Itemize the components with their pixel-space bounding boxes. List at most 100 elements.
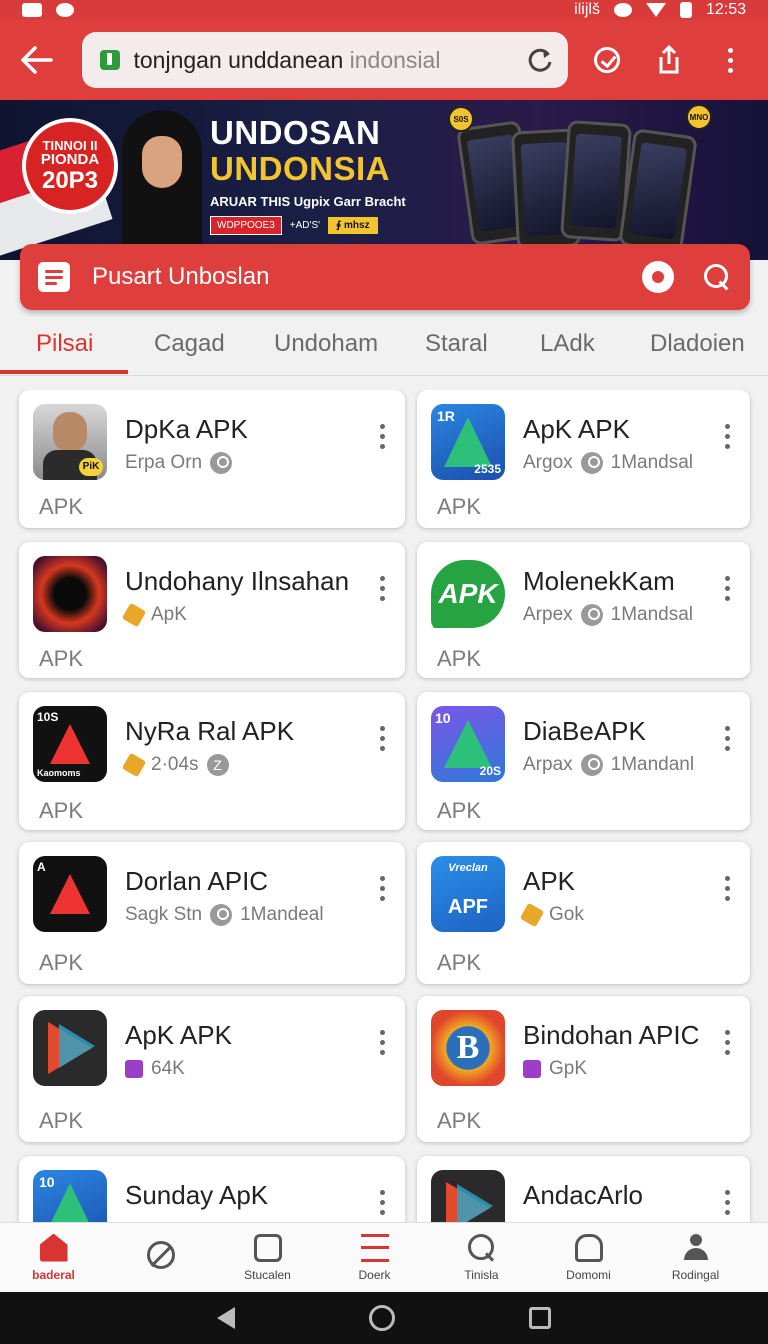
search-icon[interactable]: [704, 264, 730, 290]
more-vertical-icon[interactable]: [380, 876, 385, 901]
nav-item-compass[interactable]: [107, 1223, 214, 1292]
app-card[interactable]: B Bindohan APIC GpK APK: [417, 996, 750, 1142]
app-name[interactable]: APK: [523, 866, 575, 897]
app-icon[interactable]: PiK: [33, 404, 107, 480]
app-meta: Erpa Orn: [125, 452, 233, 474]
banner-tag-1: WDPPOOE3: [210, 216, 282, 235]
app-card[interactable]: 10S Kaomoms NyRa Ral APK 2·04s Z APK: [19, 692, 405, 830]
app-card[interactable]: Vreclan APF APK Gok APK: [417, 842, 750, 984]
app-icon[interactable]: Vreclan APF: [431, 856, 505, 932]
banner-tag-2: +AD'S': [289, 220, 321, 231]
app-card[interactable]: PiK DpKa APK Erpa Orn APK: [19, 390, 405, 528]
app-name[interactable]: DiaBeAPK: [523, 716, 646, 747]
app-name[interactable]: ApK APK: [523, 414, 630, 445]
more-vertical-icon[interactable]: [380, 1190, 385, 1215]
app-icon[interactable]: 10: [33, 1170, 107, 1222]
app-card[interactable]: A Dorlan APIC Sagk Stn 1Mandeal APK: [19, 842, 405, 984]
more-vertical-icon[interactable]: [725, 1030, 730, 1055]
url-text[interactable]: tonjngan unddanean indonsial: [134, 47, 526, 74]
app-icon[interactable]: APK: [431, 556, 505, 632]
app-icon[interactable]: 10S Kaomoms: [33, 706, 107, 782]
nav-label: baderal: [32, 1267, 75, 1282]
url-dim: indonsial: [349, 46, 441, 73]
system-home-icon[interactable]: [369, 1305, 395, 1331]
system-back-icon[interactable]: [217, 1307, 235, 1329]
app-name[interactable]: Dorlan APIC: [125, 866, 268, 897]
more-vertical-icon[interactable]: [725, 876, 730, 901]
app-icon[interactable]: [33, 556, 107, 632]
app-name[interactable]: AndacArlo: [523, 1180, 643, 1211]
tab-staral[interactable]: Staral: [425, 330, 488, 358]
more-vertical-icon[interactable]: [380, 726, 385, 751]
nav-item-home[interactable]: baderal: [0, 1223, 107, 1292]
more-vertical-icon[interactable]: [725, 424, 730, 449]
more-vertical-icon[interactable]: [725, 726, 730, 751]
nav-label: Stucalen: [244, 1267, 291, 1282]
app-card[interactable]: Undohany Ilnsahan ApK APK: [19, 542, 405, 678]
app-card[interactable]: ApK APK 64K APK: [19, 996, 405, 1142]
tab-cagad[interactable]: Cagad: [154, 330, 225, 358]
more-vertical-icon[interactable]: [380, 1030, 385, 1055]
app-downloads: 1Mandanl: [610, 754, 695, 775]
back-button[interactable]: [16, 40, 56, 80]
system-recents-icon[interactable]: [529, 1307, 551, 1329]
app-name[interactable]: Undohany Ilnsahan: [125, 566, 349, 597]
promo-banner[interactable]: TINNOI II PIONDA 20P3 UNDOSAN UNDONSIA A…: [0, 100, 768, 260]
app-name[interactable]: ApK APK: [125, 1020, 232, 1051]
banner-subtitle: ARUAR THIS Ugpix Garr Bracht: [210, 194, 406, 209]
apk-tag: APK: [39, 494, 84, 519]
app-icon[interactable]: B: [431, 1010, 505, 1086]
bell-icon: [574, 1233, 603, 1262]
app-card[interactable]: 10 20S DiaBeAPK Arpax 1Mandanl APK: [417, 692, 750, 830]
more-vertical-icon[interactable]: [380, 576, 385, 601]
nav-item-list[interactable]: Doerk: [321, 1223, 428, 1292]
app-icon[interactable]: A: [33, 856, 107, 932]
app-name[interactable]: Sunday ApK: [125, 1180, 268, 1211]
app-card[interactable]: APK MolenekKam Arpex 1Mandsal APK: [417, 542, 750, 678]
app-icon[interactable]: 10 20S: [431, 706, 505, 782]
app-size: 64K: [151, 1058, 185, 1079]
more-vertical-icon[interactable]: [725, 576, 730, 601]
notification-icon: [22, 3, 42, 17]
more-vertical-icon[interactable]: [725, 1190, 730, 1215]
check-circle-icon: [594, 47, 621, 73]
app-card[interactable]: AndacArloAPK: [417, 1156, 750, 1222]
nav-item-search[interactable]: Tinisla: [428, 1223, 535, 1292]
url-main: tonjngan unddanean: [133, 46, 350, 73]
share-button[interactable]: [647, 38, 690, 82]
tab-pilsai[interactable]: Pilsai: [36, 330, 93, 358]
nav-item-bell[interactable]: Domomi: [535, 1223, 642, 1292]
tab-dladoien[interactable]: Dladoien: [650, 330, 745, 358]
app-icon[interactable]: [33, 1010, 107, 1086]
app-author: Arpax: [523, 754, 573, 775]
address-bar[interactable]: tonjngan unddanean indonsial: [81, 32, 568, 88]
alarm-icon: [613, 3, 632, 17]
app-meta: ApK: [121, 602, 187, 628]
app-icon[interactable]: 1R 2535: [431, 404, 505, 480]
nav-item-calendar[interactable]: Stucalen: [214, 1223, 321, 1292]
tab-ladk[interactable]: LAdk: [540, 330, 595, 358]
tab-undoham[interactable]: Undoham: [274, 330, 378, 358]
app-name[interactable]: Bindohan APIC: [523, 1020, 699, 1051]
purple-cube-icon: [125, 1060, 143, 1078]
gold-cube-icon: [519, 902, 545, 928]
gear-icon[interactable]: [642, 261, 674, 293]
reload-icon[interactable]: [526, 46, 554, 74]
app-card[interactable]: 1R 2535 ApK APK Argox 1Mandsal APK: [417, 390, 750, 528]
app-author: Erpa Orn: [125, 452, 203, 473]
overflow-menu-button[interactable]: [709, 38, 752, 82]
check-circle-button[interactable]: [586, 38, 629, 82]
app-name[interactable]: DpKa APK: [125, 414, 248, 445]
clock: 12:53: [705, 1, 746, 18]
app-meta: Gok: [519, 902, 584, 928]
home-icon: [39, 1233, 68, 1262]
user-icon: [580, 754, 603, 776]
app-icon[interactable]: [431, 1170, 505, 1222]
more-vertical-icon[interactable]: [380, 424, 385, 449]
app-card[interactable]: 10Sunday ApKAPK: [19, 1156, 405, 1222]
share-icon: [659, 45, 679, 74]
app-name[interactable]: NyRa Ral APK: [125, 716, 294, 747]
app-name[interactable]: MolenekKam: [523, 566, 675, 597]
nav-item-profile[interactable]: Rodingal: [642, 1223, 749, 1292]
app-notification-icon: [56, 3, 74, 17]
